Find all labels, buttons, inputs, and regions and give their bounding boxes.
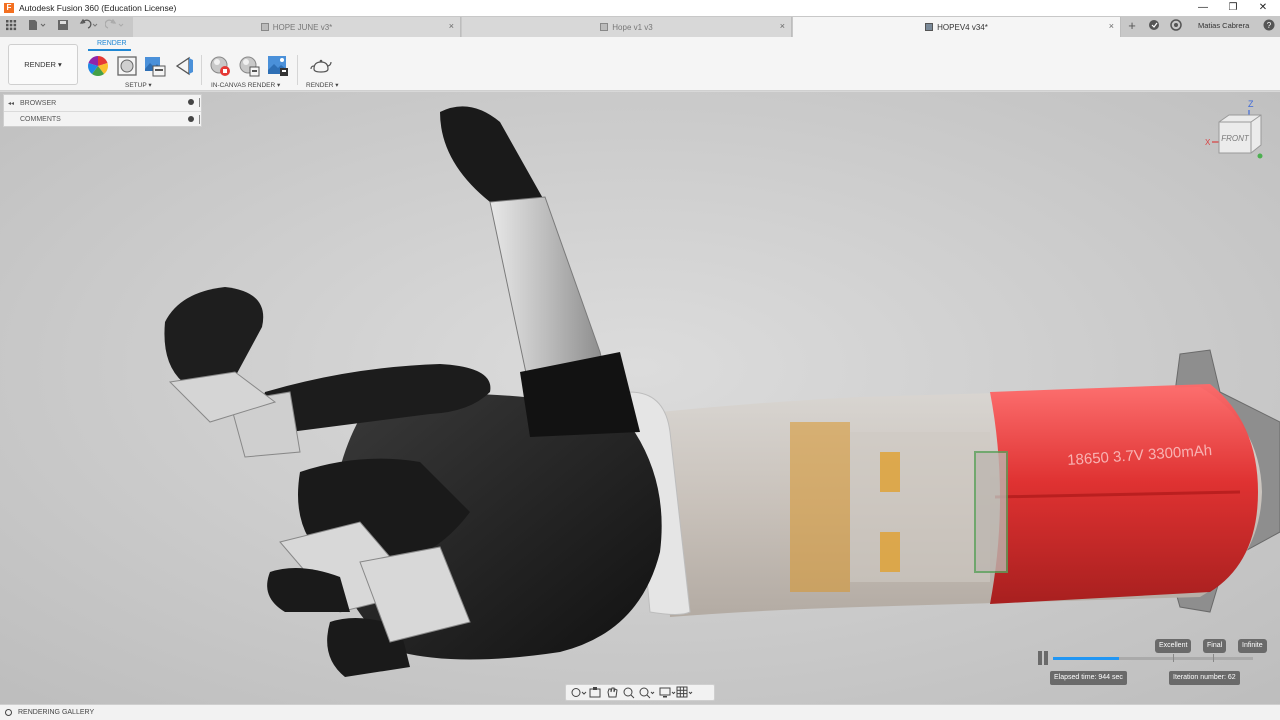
scene-settings-icon[interactable] [144, 55, 166, 77]
setup-group-label[interactable]: SETUP ▾ [125, 81, 152, 89]
tab-hopev4[interactable]: HOPEV4 v34* × [793, 17, 1121, 37]
resize-grip[interactable] [199, 115, 200, 124]
orbit-icon[interactable] [570, 686, 587, 699]
collapse-arrows-icon[interactable]: ◂◂ [4, 100, 18, 107]
physical-material-icon[interactable] [116, 55, 138, 77]
tab-label: HOPE JUNE v3* [272, 22, 333, 32]
maximize-button[interactable]: ❐ [1218, 0, 1248, 16]
fusion-logo-icon: F [4, 3, 14, 13]
title-bar: F Autodesk Fusion 360 (Education License… [0, 0, 1280, 16]
active-tab-indicator [88, 49, 131, 51]
view-cube[interactable]: Z X FRONT [1204, 98, 1266, 160]
stop-render-icon[interactable] [209, 55, 231, 77]
workspace-switcher-button[interactable]: RENDER ▾ [8, 44, 78, 85]
job-status-icon[interactable] [1147, 19, 1161, 33]
progress-tick [1213, 654, 1214, 662]
capture-image-icon[interactable] [238, 55, 260, 77]
z-axis-label: Z [1248, 99, 1254, 109]
tab-close-icon[interactable]: × [449, 21, 454, 31]
ribbon-toolbar: RENDER ▾ RENDER SETUP ▾ IN-CANVAS RENDER… [0, 37, 1280, 91]
new-tab-plus-icon[interactable]: + [1125, 19, 1139, 33]
appearance-icon[interactable] [87, 55, 109, 77]
tab-close-icon[interactable]: × [780, 21, 785, 31]
resize-grip[interactable] [199, 98, 200, 107]
toolbar-divider [201, 55, 202, 85]
close-window-button[interactable]: ✕ [1248, 0, 1278, 16]
in-canvas-render-group-label[interactable]: IN-CANVAS RENDER ▾ [211, 81, 280, 89]
rendering-gallery-bar[interactable]: RENDERING GALLERY [0, 704, 1280, 720]
notifications-icon[interactable] [1169, 19, 1183, 33]
render-progress-bar[interactable] [1053, 657, 1253, 660]
browser-label: BROWSER [20, 99, 57, 107]
grid-settings-icon[interactable] [676, 686, 693, 699]
design-doc-icon [600, 23, 609, 31]
quality-final-button[interactable]: Final [1203, 639, 1227, 653]
tab-label: Hope v1 v3 [612, 22, 653, 32]
render-group-label[interactable]: RENDER ▾ [306, 81, 339, 89]
rendering-gallery-label: RENDERING GALLERY [18, 709, 95, 716]
quality-excellent-button[interactable]: Excellent [1155, 639, 1192, 653]
display-settings-icon[interactable] [659, 686, 676, 699]
render-teapot-icon[interactable] [310, 55, 332, 77]
render-viewport[interactable]: 18650 3.7V 3300mAh [0, 92, 1280, 704]
comments-row[interactable]: COMMENTS [4, 111, 201, 127]
app-grid-icon[interactable] [4, 19, 18, 33]
tab-close-icon[interactable]: × [1109, 21, 1114, 31]
comments-label: COMMENTS [20, 116, 61, 123]
svg-text:?: ? [1267, 21, 1272, 30]
cube-face-label: FRONT [1221, 134, 1250, 143]
quality-infinite-button[interactable]: Infinite [1238, 639, 1267, 653]
tab-hope-june[interactable]: HOPE JUNE v3* × [133, 17, 461, 37]
design-doc-icon [925, 23, 934, 31]
user-account-name[interactable]: Matias Cabrera [1198, 21, 1249, 30]
iteration-number-label: Iteration number: 62 [1169, 671, 1240, 685]
tab-hope-v1[interactable]: Hope v1 v3 × [462, 17, 792, 37]
pin-icon[interactable] [188, 116, 194, 122]
browser-row[interactable]: ◂◂ BROWSER [4, 95, 201, 111]
minimize-button[interactable]: — [1188, 0, 1218, 16]
help-icon[interactable]: ? [1262, 19, 1276, 33]
look-at-icon[interactable] [587, 686, 604, 699]
x-axis-label: X [1205, 138, 1211, 147]
render-progress-panel: Excellent Final Infinite Elapsed time: 9… [1035, 637, 1275, 689]
window-title: Autodesk Fusion 360 (Education License) [19, 3, 177, 13]
rendered-scene: 18650 3.7V 3300mAh [0, 92, 1280, 704]
toolbar-divider [297, 55, 298, 85]
fit-zoom-icon[interactable] [638, 686, 655, 699]
pan-hand-icon[interactable] [604, 686, 621, 699]
undo-icon[interactable] [78, 18, 102, 33]
gallery-toggle-icon[interactable] [5, 709, 12, 716]
decal-icon[interactable] [174, 55, 196, 77]
in-canvas-render-settings-icon[interactable] [267, 55, 289, 77]
elapsed-time-label: Elapsed time: 944 sec [1050, 671, 1127, 685]
pause-render-button[interactable] [1037, 651, 1049, 665]
pin-icon[interactable] [188, 99, 194, 105]
tab-render[interactable]: RENDER [97, 40, 127, 47]
file-menu-icon[interactable] [27, 19, 47, 33]
navigation-bar [565, 684, 715, 701]
render-progress-fill [1053, 657, 1119, 660]
browser-panel: ◂◂ BROWSER COMMENTS [3, 94, 202, 127]
design-doc-icon [260, 23, 269, 31]
redo-icon[interactable] [104, 18, 128, 33]
progress-tick [1173, 654, 1174, 662]
tab-label: HOPEV4 v34* [937, 22, 988, 32]
save-icon[interactable] [56, 19, 70, 33]
zoom-icon[interactable] [621, 686, 638, 699]
document-tab-bar: HOPE JUNE v3* × Hope v1 v3 × HOPEV4 v34*… [0, 16, 1280, 37]
